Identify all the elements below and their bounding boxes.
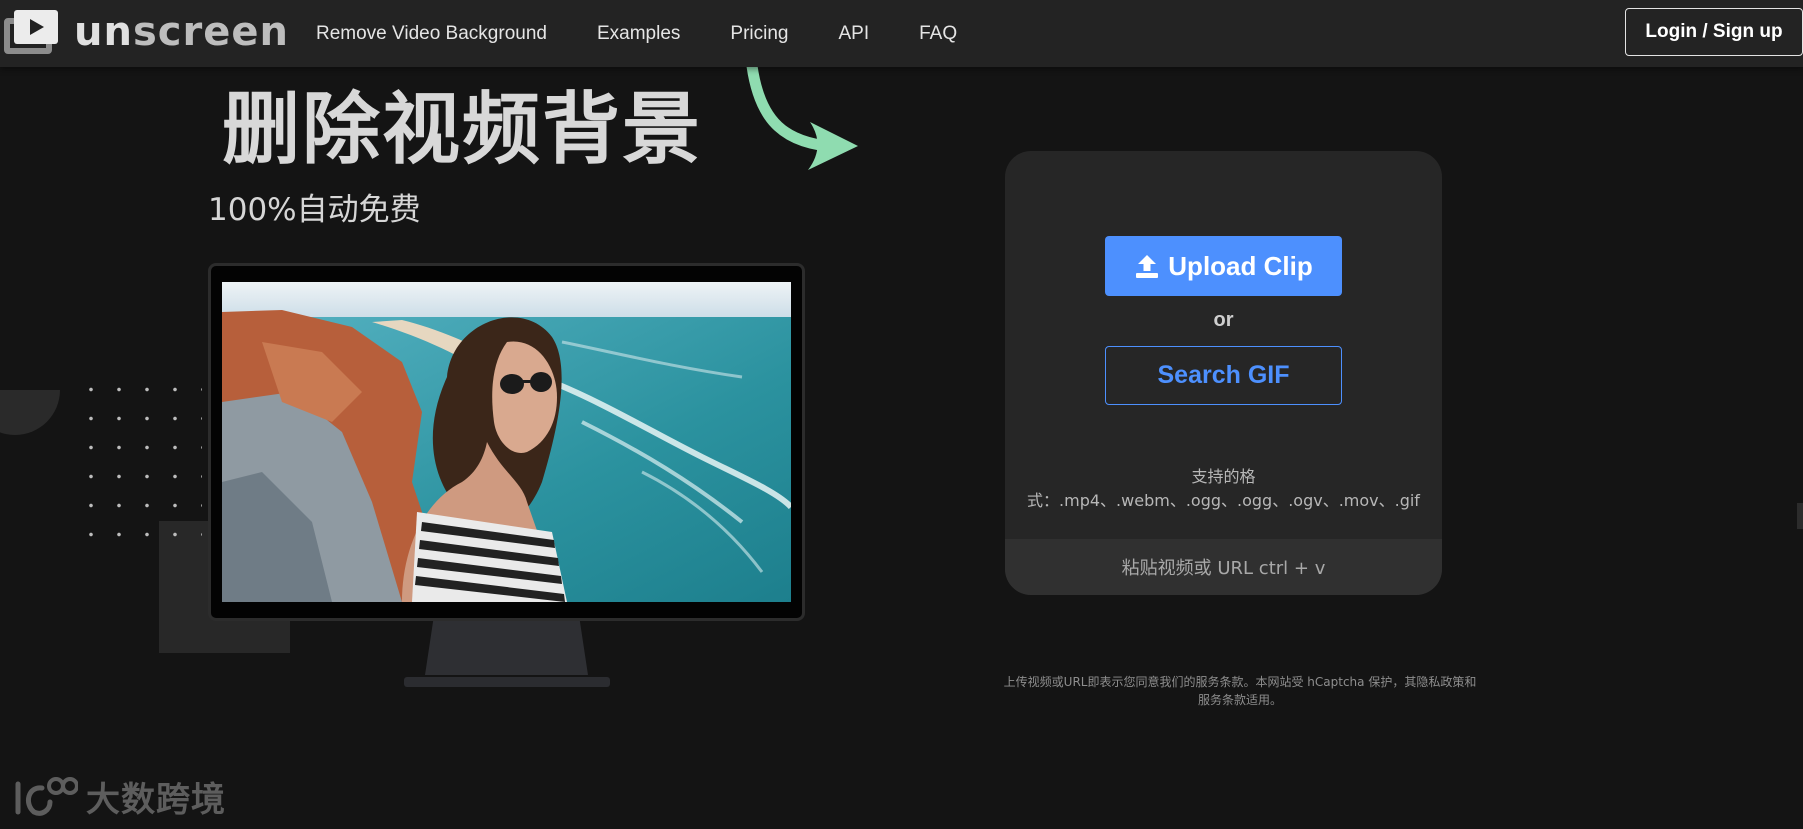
watermark-text: 大数跨境 — [86, 780, 226, 820]
decorative-dot-grid — [77, 375, 202, 555]
supported-formats-text: 支持的格 式：.mp4、.webm、.ogg、.ogg、.ogv、.mov、.g… — [1027, 467, 1420, 510]
top-navigation-bar: unscreen Remove Video Background Example… — [0, 0, 1803, 67]
search-gif-button[interactable]: Search GIF — [1105, 346, 1342, 405]
page-subtitle: 100%自动免费 — [208, 192, 421, 228]
monitor-stand — [425, 621, 588, 675]
upload-clip-button[interactable]: Upload Clip — [1105, 236, 1342, 296]
main-nav: Remove Video Background Examples Pricing… — [316, 0, 1007, 67]
nav-pricing[interactable]: Pricing — [730, 23, 788, 45]
play-screen-icon — [0, 8, 62, 56]
watermark-logo-icon — [15, 776, 78, 816]
demo-video-preview — [222, 282, 791, 602]
nav-faq[interactable]: FAQ — [919, 23, 957, 45]
or-separator: or — [1213, 309, 1234, 331]
decorative-half-circle — [0, 390, 60, 435]
upload-icon — [1136, 255, 1159, 278]
watermark: 大数跨境 — [12, 772, 226, 821]
side-feedback-tab[interactable] — [1797, 503, 1803, 529]
paste-url-bar[interactable]: 粘贴视频或 URL ctrl + v — [1005, 539, 1442, 595]
terms-notice: 上传视频或URL即表示您同意我们的服务条款。本网站受 hCaptcha 保护，其… — [1003, 675, 1477, 707]
monitor-base — [404, 677, 610, 687]
nav-remove-video-background[interactable]: Remove Video Background — [316, 23, 547, 45]
login-signup-button[interactable]: Login / Sign up — [1625, 8, 1803, 56]
unscreen-logo[interactable]: unscreen — [0, 8, 289, 56]
nav-examples[interactable]: Examples — [597, 23, 680, 45]
page-title: 删除视频背景 — [222, 85, 703, 175]
upload-card: Upload Clip or Search GIF 支持的格 式：.mp4、.w… — [1005, 151, 1442, 595]
curved-arrow-icon — [746, 62, 858, 170]
logo-wordmark: unscreen — [74, 9, 289, 55]
upload-clip-label: Upload Clip — [1168, 250, 1313, 281]
nav-api[interactable]: API — [838, 23, 869, 45]
